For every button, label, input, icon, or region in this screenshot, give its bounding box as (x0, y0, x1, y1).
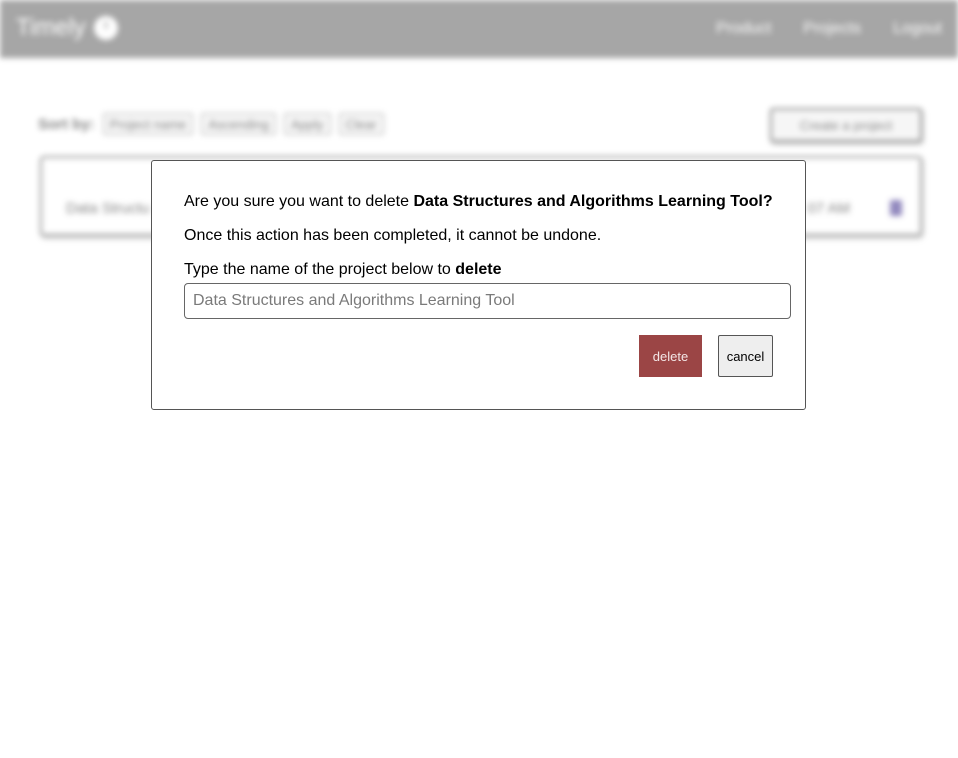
create-project-button[interactable]: Create a project (770, 108, 922, 142)
delete-button[interactable]: delete (639, 335, 702, 377)
clock-icon (93, 16, 118, 40)
nav-link-logout[interactable]: Logout (893, 20, 942, 38)
instruction-prefix: Type the name of the project below to (184, 261, 456, 278)
cancel-button[interactable]: cancel (718, 335, 773, 377)
nav-link-product[interactable]: Product (716, 20, 771, 38)
brand-logo[interactable]: Timely (16, 14, 118, 42)
instruction-action: delete (455, 261, 502, 278)
nav-links: Product Projects Logout (716, 20, 942, 38)
clear-button[interactable]: Clear (338, 113, 384, 135)
confirm-prefix: Are you sure you want to delete (184, 193, 414, 210)
project-name: Data Structu (66, 200, 150, 217)
sort-order-select[interactable]: Ascending (201, 113, 276, 135)
navbar: Timely Product Projects Logout (0, 0, 958, 58)
sort-bar: Sort by: Project name Ascending Apply Cl… (38, 113, 384, 135)
brand-name: Timely (16, 14, 86, 41)
project-time: 07 AM (807, 200, 850, 217)
sort-label: Sort by: (38, 115, 95, 133)
warning-message: Once this action has been completed, it … (184, 227, 602, 244)
instruction-message: Type the name of the project below to de… (184, 261, 502, 279)
nav-link-projects[interactable]: Projects (803, 20, 861, 38)
sort-field-select[interactable]: Project name (102, 113, 194, 135)
confirm-project-name: Data Structures and Algorithms Learning … (413, 193, 773, 210)
trash-icon[interactable] (890, 200, 902, 216)
project-name-input[interactable] (184, 283, 791, 319)
confirm-message: Are you sure you want to delete Data Str… (184, 193, 773, 211)
apply-button[interactable]: Apply (283, 113, 331, 135)
delete-confirm-modal: Are you sure you want to delete Data Str… (151, 160, 806, 410)
